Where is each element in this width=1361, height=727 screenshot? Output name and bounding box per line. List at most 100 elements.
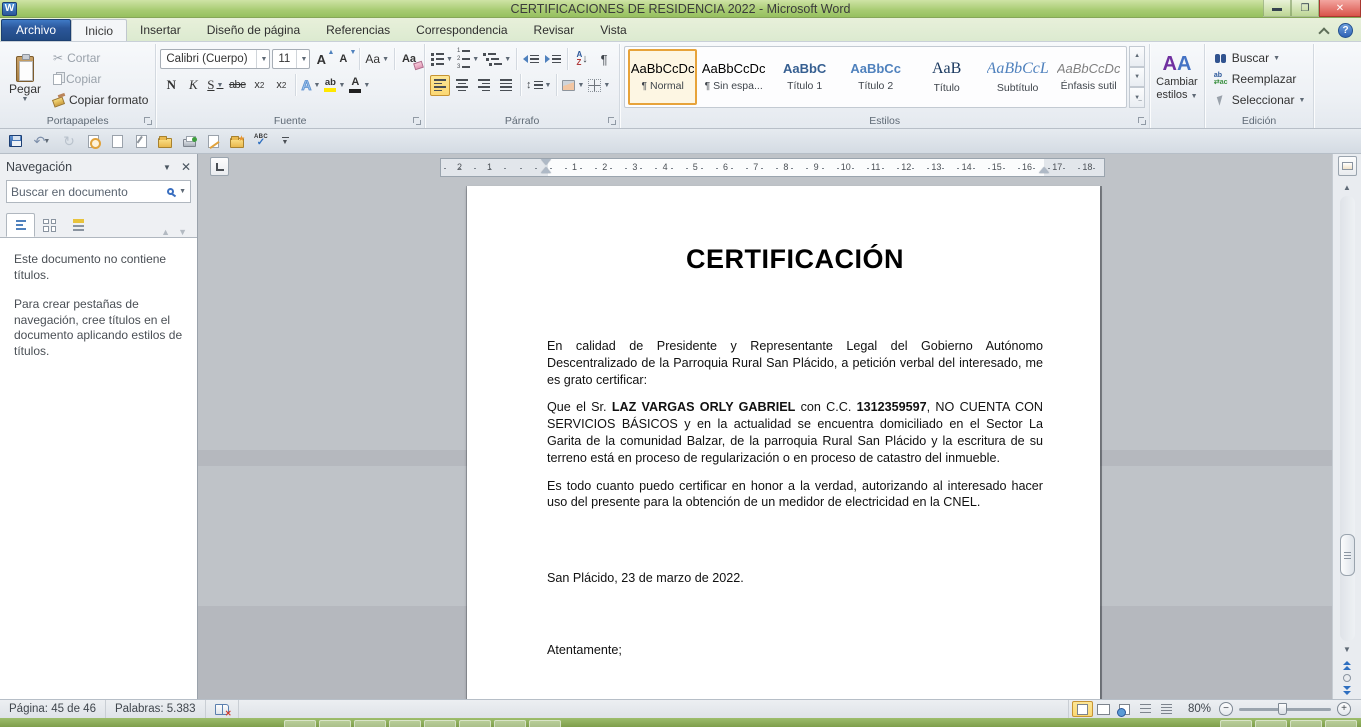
tab-vista[interactable]: Vista (587, 19, 639, 41)
navigation-search-box[interactable]: ▼ (6, 180, 191, 203)
tab-revisar[interactable]: Revisar (521, 19, 588, 41)
text-effects-button[interactable]: A▼ (300, 75, 321, 96)
document-date-line[interactable]: San Plácido, 23 de marzo de 2022. (547, 571, 1043, 585)
nav-tab-pages[interactable] (35, 213, 64, 237)
tab-correspondencia[interactable]: Correspondencia (403, 19, 520, 41)
numbering-button[interactable]: ▼ (456, 49, 480, 70)
view-print-layout-button[interactable] (1072, 701, 1093, 717)
navigation-menu-icon[interactable]: ▼ (163, 163, 171, 172)
shrink-font-button[interactable]: A▼ (335, 49, 355, 70)
font-dialog-launcher[interactable] (412, 116, 422, 126)
document-page[interactable]: CERTIFICACIÓN En calidad de Presidente y… (467, 186, 1100, 699)
format-painter-button[interactable]: Copiar formato (50, 90, 151, 110)
taskbar-item[interactable] (354, 720, 386, 727)
document-paragraph[interactable]: Es todo cuanto puedo certificar en honor… (547, 478, 1043, 512)
taskbar-item[interactable] (284, 720, 316, 727)
previous-heading-icon[interactable]: ▲ (161, 227, 170, 237)
show-hide-marks-button[interactable]: ¶ (594, 49, 614, 70)
document-paragraph[interactable]: En calidad de Presidente y Representante… (547, 338, 1043, 388)
document-canvas[interactable]: CERTIFICACIÓN En calidad de Presidente y… (198, 182, 1332, 699)
scrollbar-track[interactable] (1340, 196, 1355, 641)
ruler-toggle-button[interactable] (1338, 156, 1357, 176)
cut-button[interactable]: ✂ Cortar (50, 48, 151, 68)
line-spacing-button[interactable]: ↕▼ (525, 75, 552, 96)
clipboard-dialog-launcher[interactable] (143, 116, 153, 126)
print-preview-button[interactable] (82, 131, 104, 152)
taskbar-item[interactable] (494, 720, 526, 727)
tab-diseño-de-página[interactable]: Diseño de página (194, 19, 313, 41)
decrease-indent-button[interactable] (521, 49, 541, 70)
tab-inicio[interactable]: Inicio (71, 19, 127, 41)
next-page-icon[interactable] (1343, 686, 1351, 695)
select-button[interactable]: Seleccionar▼ (1209, 91, 1310, 110)
style-subtítulo[interactable]: AaBbCcLSubtítulo (983, 49, 1052, 105)
search-input[interactable] (11, 185, 167, 199)
navigation-close-icon[interactable]: ✕ (181, 160, 191, 174)
new-document-button[interactable] (106, 131, 128, 152)
edit-button[interactable] (202, 131, 224, 152)
open-button[interactable] (154, 131, 176, 152)
view-fullscreen-reading-button[interactable] (1093, 701, 1114, 717)
taskbar-item[interactable] (1220, 720, 1252, 727)
tab-stop-selector[interactable] (210, 157, 229, 176)
search-icon[interactable] (167, 188, 174, 195)
previous-page-icon[interactable] (1343, 661, 1351, 670)
customize-qat-button[interactable]: ▼ (274, 131, 296, 152)
align-center-button[interactable] (452, 75, 472, 96)
scrollbar-thumb[interactable] (1340, 534, 1355, 576)
scroll-up-icon[interactable]: ▲ (1339, 180, 1356, 195)
style-título-1[interactable]: AaBbCTítulo 1 (770, 49, 839, 105)
multilevel-list-button[interactable]: ▼ (482, 49, 512, 70)
favorites-folder-button[interactable] (226, 131, 248, 152)
underline-button[interactable]: S▼ (205, 75, 225, 96)
windows-taskbar[interactable] (0, 718, 1361, 727)
highlight-button[interactable]: ab▼ (323, 75, 346, 96)
select-browse-object-icon[interactable] (1343, 674, 1351, 682)
spelling-button[interactable]: ABC✓ (250, 131, 272, 152)
paste-button[interactable]: Pegar ▼ (4, 46, 46, 112)
superscript-button[interactable]: x2 (271, 75, 291, 96)
minimize-button[interactable]: ▬ (1263, 0, 1291, 17)
sort-button[interactable]: AZ↓ (572, 49, 592, 70)
document-closing[interactable]: Atentamente; (547, 643, 1043, 657)
align-left-button[interactable] (430, 75, 450, 96)
taskbar-item[interactable] (529, 720, 561, 727)
increase-indent-button[interactable] (543, 49, 563, 70)
taskbar-item[interactable] (459, 720, 491, 727)
align-right-button[interactable] (474, 75, 494, 96)
taskbar-item[interactable] (319, 720, 351, 727)
clear-formatting-button[interactable]: Aa (399, 49, 419, 70)
word-count[interactable]: Palabras: 5.383 (106, 700, 206, 718)
style--sin-espa-[interactable]: AaBbCcDc¶ Sin espa... (699, 49, 768, 105)
tab-referencias[interactable]: Referencias (313, 19, 403, 41)
nav-tab-results[interactable] (64, 213, 93, 237)
find-button[interactable]: Buscar▼ (1209, 49, 1310, 68)
zoom-out-button[interactable]: − (1219, 702, 1233, 716)
collapse-ribbon-icon[interactable] (1319, 26, 1328, 35)
bullets-button[interactable]: ▼ (430, 49, 454, 70)
strikethrough-button[interactable]: abe (227, 75, 247, 96)
zoom-slider-thumb[interactable] (1278, 703, 1287, 715)
scroll-down-icon[interactable]: ▼ (1339, 642, 1356, 657)
font-color-button[interactable]: A▼ (348, 75, 371, 96)
zoom-slider-track[interactable] (1239, 708, 1331, 711)
grow-font-button[interactable]: A▲ (313, 49, 333, 70)
taskbar-item[interactable] (389, 720, 421, 727)
document-title[interactable]: CERTIFICACIÓN (547, 244, 1043, 275)
font-size-combo[interactable]: 11▼ (272, 49, 310, 69)
view-draft-button[interactable] (1156, 701, 1177, 717)
save-button[interactable] (4, 131, 26, 152)
help-icon[interactable]: ? (1338, 23, 1353, 38)
styles-more-button[interactable]: ▼̲ (1129, 87, 1145, 108)
tab-archivo[interactable]: Archivo (1, 19, 71, 41)
styles-scroll-down[interactable]: ▼ (1129, 67, 1145, 88)
style--normal[interactable]: AaBbCcDc¶ Normal (628, 49, 697, 105)
document-body[interactable]: En calidad de Presidente y Representante… (547, 338, 1043, 511)
search-dropdown-icon[interactable]: ▼ (179, 188, 186, 195)
font-name-combo[interactable]: Calibri (Cuerpo)▼ (160, 49, 270, 69)
taskbar-item[interactable] (1255, 720, 1287, 727)
style-título[interactable]: AaBTítulo (912, 49, 981, 105)
next-heading-icon[interactable]: ▼ (178, 227, 187, 237)
page-indicator[interactable]: Página: 45 de 46 (0, 700, 106, 718)
horizontal-ruler[interactable]: 21123456789101112131415161718 (440, 158, 1105, 177)
